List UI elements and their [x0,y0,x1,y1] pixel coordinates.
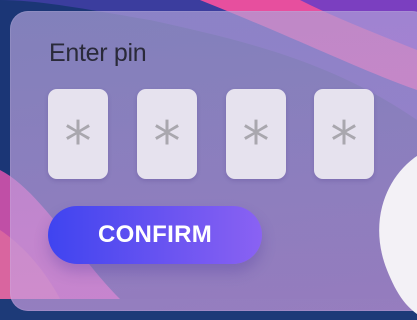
pin-digit-3[interactable]: * [226,89,286,179]
page-title: Enter pin [49,39,147,67]
pin-digit-3-mask: * [242,110,270,173]
confirm-button[interactable]: CONFIRM [48,206,262,264]
pin-digit-2-mask: * [153,110,181,173]
pin-digit-1-mask: * [64,110,92,173]
decorative-shape [379,155,417,314]
pin-digit-2[interactable]: * [137,89,197,179]
pin-digit-1[interactable]: * [48,89,108,179]
